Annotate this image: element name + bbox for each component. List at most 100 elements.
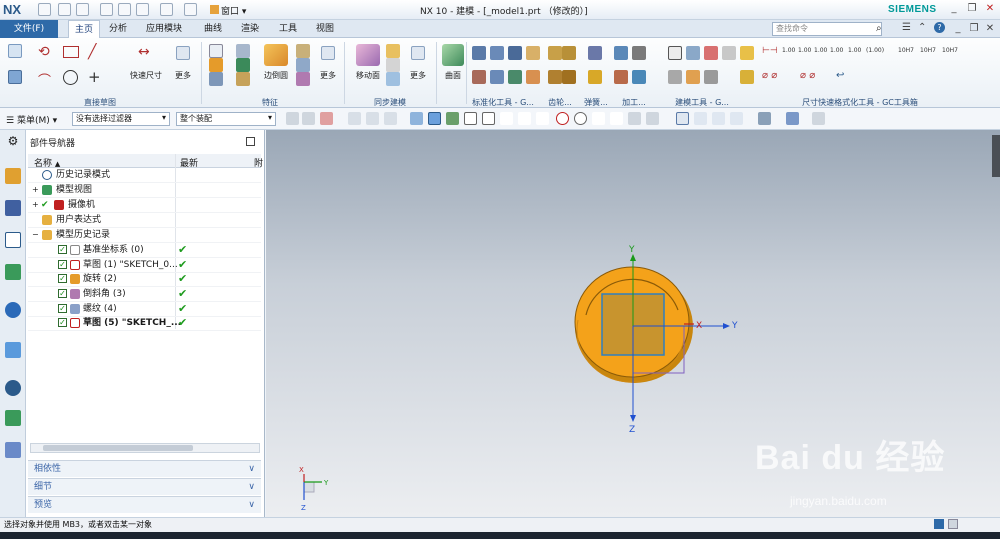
- diameter-icon[interactable]: ⌀ ⌀: [800, 70, 815, 81]
- restore-button[interactable]: ❐: [966, 3, 978, 15]
- snap-point-icon[interactable]: [286, 112, 299, 125]
- dim-label[interactable]: 1.00: [830, 47, 843, 54]
- help-icon[interactable]: ?: [934, 22, 945, 33]
- view-orient-icon[interactable]: [730, 112, 743, 125]
- revolve-icon[interactable]: [209, 58, 223, 72]
- edge-blend-button[interactable]: 边倒圆: [258, 70, 294, 81]
- undo-format-icon[interactable]: ↩: [836, 70, 844, 81]
- type-filter-dropdown[interactable]: 没有选择过滤器: [72, 112, 170, 126]
- dim-label[interactable]: 1.00: [848, 47, 861, 54]
- info-icon[interactable]: [5, 302, 21, 318]
- process-studio-icon[interactable]: [5, 442, 21, 458]
- tree-row-history-mode[interactable]: 历史记录模式: [28, 168, 261, 183]
- gc-standard-icon[interactable]: [508, 70, 522, 84]
- tree-row-user-expressions[interactable]: 用户表达式: [28, 213, 261, 228]
- history-icon[interactable]: [5, 380, 21, 396]
- move-face-icon[interactable]: [356, 44, 380, 66]
- tab-render[interactable]: 渲染: [235, 20, 265, 38]
- snap-line-icon[interactable]: [464, 112, 477, 125]
- doc-restore-button[interactable]: ❐: [968, 23, 980, 35]
- dim-label[interactable]: 1.00: [782, 47, 795, 54]
- cut-icon[interactable]: [100, 3, 113, 16]
- ribbon-options-icon[interactable]: ☰: [902, 22, 911, 33]
- gear-icon[interactable]: ⚙: [5, 134, 21, 150]
- gear-icon[interactable]: [548, 70, 562, 84]
- gc-standard-icon[interactable]: [472, 46, 486, 60]
- status-icon[interactable]: [948, 519, 958, 529]
- tree-row-sketch-5[interactable]: ✓ 草图 (5) "SKETCH_... ✔: [28, 316, 261, 331]
- snap-center-icon[interactable]: [556, 112, 569, 125]
- tab-home[interactable]: 主页: [68, 20, 101, 38]
- snap-point-icon[interactable]: [302, 112, 315, 125]
- tree-row-thread[interactable]: ✓ 螺纹 (4) ✔: [28, 302, 261, 317]
- tab-tools[interactable]: 工具: [273, 20, 303, 38]
- draft-icon[interactable]: [296, 58, 310, 72]
- part-navigator-icon[interactable]: [5, 232, 21, 248]
- arc-icon[interactable]: ⌒: [38, 70, 51, 89]
- doc-close-button[interactable]: ✕: [984, 23, 996, 35]
- machining-icon[interactable]: [614, 46, 628, 60]
- delete-face-icon[interactable]: [386, 58, 400, 72]
- save-icon[interactable]: [38, 3, 51, 16]
- command-search-input[interactable]: 查找命令: [772, 22, 882, 36]
- surface-button[interactable]: 曲面: [438, 70, 468, 81]
- display-mode-icon[interactable]: [786, 112, 799, 125]
- reuse-library-icon[interactable]: [5, 264, 21, 280]
- shaded-icon[interactable]: [428, 112, 441, 125]
- visibility-checkbox[interactable]: ✓: [58, 274, 67, 283]
- web-browser-icon[interactable]: [5, 342, 21, 358]
- modeling-tool-icon[interactable]: [668, 70, 682, 84]
- modeling-tool-icon[interactable]: [740, 46, 754, 60]
- horizontal-scrollbar[interactable]: [30, 443, 260, 453]
- snap-curve-icon[interactable]: [500, 112, 513, 125]
- assembly-navigator-icon[interactable]: [5, 168, 21, 184]
- modeling-tool-icon[interactable]: [722, 46, 736, 60]
- machining-icon[interactable]: [614, 70, 628, 84]
- gc-standard-icon[interactable]: [490, 46, 504, 60]
- sketch-icon[interactable]: [8, 44, 22, 58]
- collapse-ribbon-icon[interactable]: ⌃: [918, 22, 926, 33]
- snap-existing-icon[interactable]: [610, 112, 623, 125]
- tab-file[interactable]: 文件(F): [0, 20, 58, 38]
- dim-label[interactable]: 1.00: [814, 47, 827, 54]
- dim-label[interactable]: (1.00): [866, 47, 884, 54]
- boolean-icon[interactable]: [236, 44, 250, 58]
- tree-row-revolve[interactable]: ✓ 旋转 (2) ✔: [28, 272, 261, 287]
- tree-row-cameras[interactable]: + ✔ 摄像机: [28, 198, 261, 213]
- modeling-tool-icon[interactable]: [686, 46, 700, 60]
- selection-scope-dropdown[interactable]: 整个装配: [176, 112, 276, 126]
- profile-icon[interactable]: ⟲: [38, 44, 50, 60]
- menu-button[interactable]: ☰ 菜单(M) ▾: [6, 113, 57, 126]
- replace-face-icon[interactable]: [386, 72, 400, 86]
- chevron-down-icon[interactable]: ▾: [268, 113, 272, 122]
- select-icon[interactable]: [366, 112, 379, 125]
- snap-quadrant-icon[interactable]: [574, 112, 587, 125]
- surface-icon[interactable]: [442, 44, 464, 66]
- render-style-icon[interactable]: [410, 112, 423, 125]
- select-features-icon[interactable]: [320, 112, 333, 125]
- search-icon[interactable]: ⌕: [876, 23, 882, 34]
- tree-row-datum-csys[interactable]: ✓ 基准坐标系 (0) ✔: [28, 243, 261, 258]
- pattern-icon[interactable]: [236, 58, 250, 72]
- rectangle-icon[interactable]: [63, 46, 79, 58]
- display-mode-icon[interactable]: [758, 112, 771, 125]
- tab-view[interactable]: 视图: [310, 20, 340, 38]
- tree-row-model-views[interactable]: + 模型视图: [28, 183, 261, 198]
- machining-icon[interactable]: [632, 70, 646, 84]
- feature-more-button[interactable]: 更多: [315, 70, 341, 81]
- collapse-icon[interactable]: −: [32, 228, 39, 242]
- dim-format-icon[interactable]: ⊢⊣: [762, 46, 778, 56]
- minimize-button[interactable]: _: [948, 3, 960, 15]
- visibility-checkbox[interactable]: ✓: [58, 318, 67, 327]
- diameter-icon[interactable]: ⌀ ⌀: [762, 70, 777, 81]
- gear-icon[interactable]: [562, 70, 576, 84]
- line-icon[interactable]: ╱: [88, 44, 96, 60]
- pull-face-icon[interactable]: [386, 44, 400, 58]
- gc-standard-icon[interactable]: [526, 46, 540, 60]
- sync-more-icon[interactable]: [411, 46, 425, 60]
- extrude-icon[interactable]: [209, 44, 223, 58]
- sketch-more-button[interactable]: 更多: [170, 70, 196, 81]
- snap-intersect-icon[interactable]: [518, 112, 531, 125]
- zoom-icon[interactable]: [694, 112, 707, 125]
- fit-view-icon[interactable]: [676, 112, 689, 125]
